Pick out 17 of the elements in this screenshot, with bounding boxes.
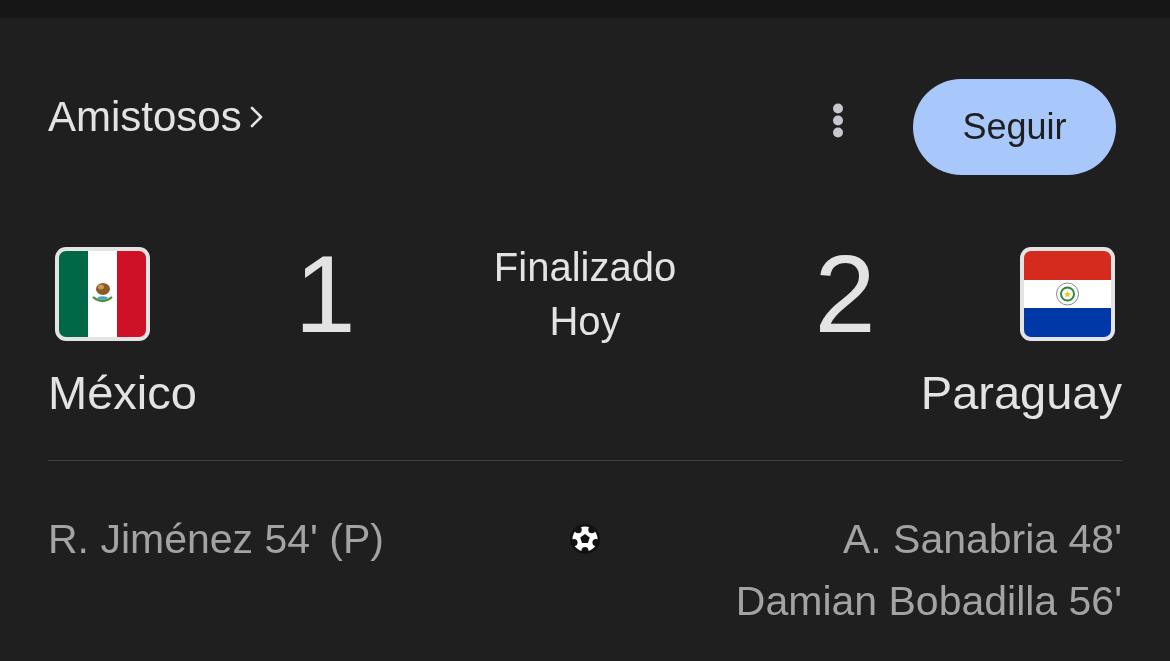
more-options-button[interactable] — [832, 103, 844, 138]
team-score: 1 — [293, 239, 357, 349]
team-name: Paraguay — [920, 366, 1122, 419]
follow-button[interactable]: Seguir — [913, 79, 1116, 175]
goal-scorer: R. Jiménez 54' (P) — [48, 515, 385, 564]
match-status: Finalizado — [493, 244, 677, 291]
match-date: Hoy — [548, 298, 622, 345]
goal-scorer: Damian Bobadilla 56' — [734, 577, 1122, 626]
competition-link[interactable]: Amistosos — [48, 93, 263, 141]
flag-icon — [1020, 247, 1115, 341]
kebab-menu-icon — [832, 103, 844, 138]
soccer-ball-icon — [570, 524, 600, 554]
goal-scorer: A. Sanabria 48' — [841, 515, 1122, 564]
flag-icon — [55, 247, 150, 341]
team-name: México — [48, 366, 197, 419]
team-score: 2 — [813, 239, 877, 349]
chevron-right-icon — [249, 106, 263, 128]
